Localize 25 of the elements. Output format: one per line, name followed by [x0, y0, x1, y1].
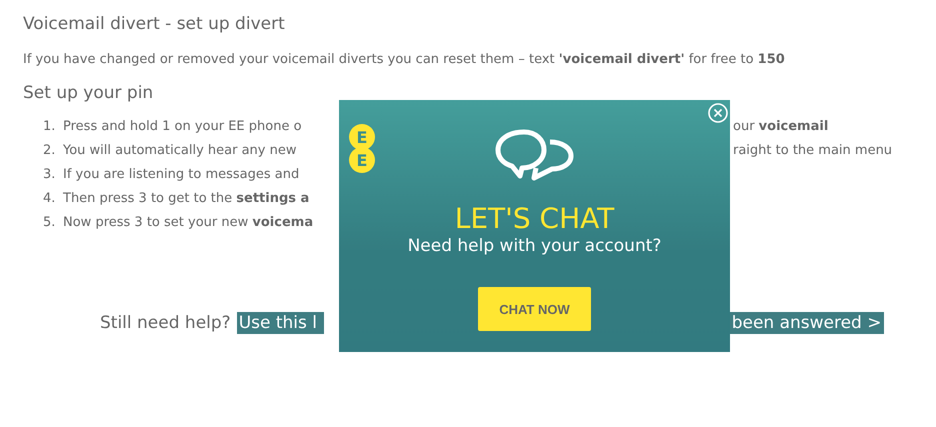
popup-title: LET'S CHAT — [454, 202, 616, 235]
step-text: Now press 3 to set your new voicema — [63, 214, 314, 232]
close-icon[interactable] — [708, 103, 728, 123]
logo-mark: E — [349, 147, 375, 173]
page-title: Voicemail divert - set up divert — [23, 14, 286, 34]
intro-text: If you have changed or removed your voicemail diverts you can reset them – text 'voicemail divert' for free to 150 — [23, 52, 786, 67]
step-number: 3. — [43, 166, 56, 184]
step-number: 4. — [43, 190, 56, 208]
step-text: If you are listening to messages and — [63, 166, 300, 184]
section-title: Set up your pin — [23, 83, 154, 103]
step-number: 2. — [43, 142, 56, 160]
step-text: Then press 3 to get to the settings a — [63, 190, 310, 208]
chat-now-button[interactable]: CHAT NOW — [478, 287, 591, 331]
logo-mark: E — [349, 124, 375, 150]
popup-subtitle: Need help with your account? — [406, 236, 662, 256]
help-link[interactable]: Use this l — [236, 312, 324, 334]
step-number: 5. — [43, 214, 56, 232]
help-text: Still need help? — [100, 312, 231, 334]
step-text: our voicemail — [733, 118, 828, 136]
chat-bubbles-icon — [494, 128, 575, 183]
step-text: Press and hold 1 on your EE phone o — [63, 118, 303, 136]
step-text: raight to the main menu — [733, 142, 892, 160]
step-text: You will automatically hear any new — [63, 142, 298, 160]
step-number: 1. — [43, 118, 56, 136]
help-link[interactable]: been answered > — [730, 312, 884, 334]
